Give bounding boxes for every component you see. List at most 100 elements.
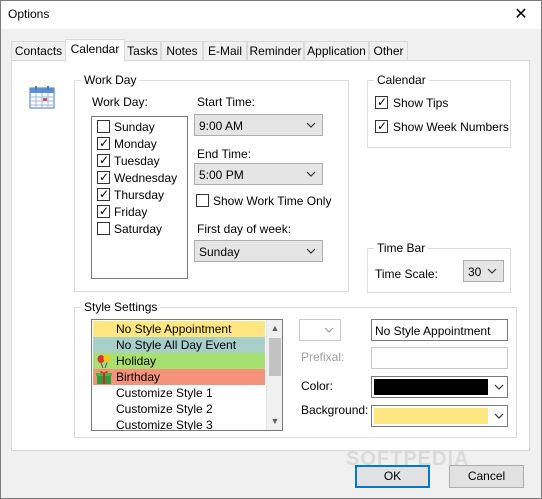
balloons-icon (97, 354, 111, 368)
style-name-input[interactable]: No Style Appointment (371, 319, 508, 341)
style-icon-select[interactable] (299, 319, 341, 341)
label-show-tips: Show Tips (393, 96, 449, 110)
options-window: Options ✕ Contacts Calendar Tasks Notes … (0, 0, 542, 499)
list-item[interactable]: No Style All Day Event (93, 337, 265, 353)
time-scale-value: 30 (468, 265, 482, 279)
end-time-value: 5:00 PM (199, 168, 244, 182)
close-icon[interactable]: ✕ (509, 4, 533, 26)
work-day-label: Work Day: (92, 95, 148, 109)
window-title: Options (8, 7, 50, 21)
label-friday: Friday (114, 205, 148, 219)
tab-reminder[interactable]: Reminder (247, 41, 304, 61)
style-item-label: No Style Appointment (116, 322, 232, 336)
first-day-value: Sunday (199, 245, 240, 259)
color-swatch (374, 379, 488, 395)
chevron-down-icon (324, 327, 334, 333)
label-show-week-numbers: Show Week Numbers (393, 120, 509, 134)
first-day-select[interactable]: Sunday (194, 240, 323, 262)
start-time-value: 9:00 AM (199, 119, 244, 133)
style-item-label: No Style All Day Event (116, 338, 237, 352)
time-scale-select[interactable]: 30 (463, 260, 504, 282)
check-icon: ✓ (99, 153, 110, 167)
calendar-icon (29, 86, 55, 109)
work-day-group-label: Work Day (81, 73, 140, 87)
style-item-label: Birthday (116, 370, 161, 384)
checkbox-friday[interactable]: ✓ (97, 204, 110, 218)
ok-button[interactable]: OK (355, 465, 430, 488)
start-time-select[interactable]: 9:00 AM (194, 114, 323, 136)
cancel-button[interactable]: Cancel (449, 465, 524, 488)
background-label: Background: (301, 403, 369, 417)
end-time-label: End Time: (197, 147, 252, 161)
check-icon: ✓ (99, 136, 110, 150)
checkbox-monday[interactable]: ✓ (97, 136, 110, 150)
label-saturday: Saturday (114, 222, 163, 236)
label-thursday: Thursday (114, 188, 165, 202)
checkbox-tuesday[interactable]: ✓ (97, 153, 110, 167)
chevron-down-icon (487, 268, 497, 274)
chevron-down-icon (494, 413, 504, 419)
style-item-label: Holiday (116, 354, 157, 368)
style-list-scrollbar[interactable]: ▲ ▼ (266, 320, 282, 430)
tab-calendar[interactable]: Calendar (65, 39, 125, 62)
check-icon: ✓ (377, 95, 388, 109)
list-item[interactable]: Customize Style 1 (93, 385, 265, 401)
background-swatch (374, 408, 488, 424)
chevron-down-icon (306, 248, 316, 254)
tab-tasks[interactable]: Tasks (124, 41, 161, 61)
style-settings-group-label: Style Settings (81, 300, 161, 314)
check-icon: ✓ (99, 187, 110, 201)
prefixal-input[interactable] (371, 347, 508, 369)
style-item-label: Customize Style 3 (116, 418, 213, 431)
tab-application[interactable]: Application (304, 41, 369, 61)
calendar-group-label: Calendar (374, 73, 429, 87)
start-time-label: Start Time: (197, 95, 256, 109)
scroll-down-icon[interactable]: ▼ (270, 416, 280, 426)
color-label: Color: (301, 379, 334, 393)
tab-notes[interactable]: Notes (161, 41, 203, 61)
label-tuesday: Tuesday (114, 154, 160, 168)
check-icon: ✓ (99, 170, 110, 184)
scrollbar-thumb[interactable] (269, 338, 281, 376)
prefixal-label: Prefixal: (301, 350, 345, 364)
chevron-down-icon (306, 171, 316, 177)
chevron-down-icon (306, 122, 316, 128)
list-item[interactable]: No Style Appointment (93, 321, 265, 337)
list-item[interactable]: Customize Style 2 (93, 401, 265, 417)
scroll-up-icon[interactable]: ▲ (270, 323, 280, 333)
checkbox-show-week-numbers[interactable]: ✓ (375, 119, 388, 133)
title-bar: Options ✕ (1, 1, 541, 29)
checkbox-saturday[interactable] (97, 222, 110, 235)
label-wednesday: Wednesday (114, 171, 178, 185)
chevron-down-icon (494, 384, 504, 390)
checkbox-show-work-time-only[interactable] (196, 194, 209, 207)
time-bar-group-label: Time Bar (374, 241, 429, 255)
check-icon: ✓ (377, 119, 388, 133)
tab-contacts[interactable]: Contacts (11, 41, 66, 61)
style-list[interactable]: No Style Appointment No Style All Day Ev… (91, 319, 283, 431)
end-time-select[interactable]: 5:00 PM (194, 163, 323, 185)
list-item[interactable]: Customize Style 3 (93, 417, 265, 431)
style-item-label: Customize Style 1 (116, 386, 213, 400)
checkbox-sunday[interactable] (97, 120, 110, 133)
checkbox-show-tips[interactable]: ✓ (375, 95, 388, 109)
first-day-label: First day of week: (197, 222, 292, 236)
label-monday: Monday (114, 137, 157, 151)
color-select[interactable] (371, 376, 508, 398)
style-item-label: Customize Style 2 (116, 402, 213, 416)
background-select[interactable] (371, 405, 508, 427)
label-sunday: Sunday (114, 120, 155, 134)
checkbox-wednesday[interactable]: ✓ (97, 170, 110, 184)
time-scale-label: Time Scale: (375, 267, 438, 281)
style-name-value: No Style Appointment (375, 324, 491, 338)
checkbox-thursday[interactable]: ✓ (97, 187, 110, 201)
calendar-tab-panel: Work Day Work Day: Sunday ✓ Monday ✓ Tue… (11, 60, 530, 451)
label-show-work-time-only: Show Work Time Only (213, 194, 332, 208)
list-item[interactable]: Holiday (93, 353, 265, 369)
calendar-group: Calendar (367, 73, 511, 148)
list-item[interactable]: Birthday (93, 369, 265, 385)
tab-email[interactable]: E-Mail (203, 41, 247, 61)
check-icon: ✓ (99, 204, 110, 218)
gift-icon (96, 371, 112, 384)
tab-other[interactable]: Other (369, 41, 408, 61)
